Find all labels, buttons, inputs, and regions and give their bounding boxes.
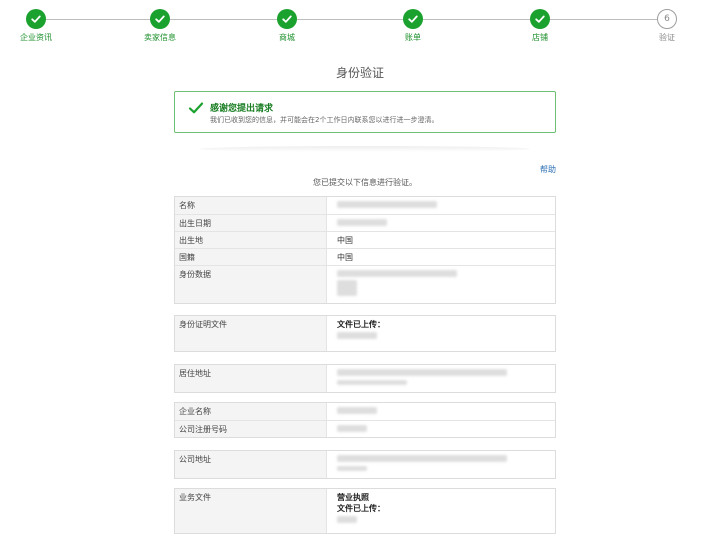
nationality-value: 中国 (337, 253, 353, 262)
table-row: 出生地 中国 (175, 231, 555, 248)
company-reg-value (327, 421, 555, 437)
step-label: 账单 (405, 33, 421, 42)
check-icon (530, 9, 550, 29)
table-row: 业务文件 营业执照 文件已上传： (175, 489, 555, 533)
divider-shadow (200, 146, 530, 152)
nationality-label: 国籍 (175, 249, 327, 265)
step-label: 商城 (279, 33, 295, 42)
id-doc-label: 身份证明文件 (175, 316, 327, 351)
company-address-label: 公司地址 (175, 451, 327, 478)
business-docs-value: 营业执照 文件已上传： (327, 489, 555, 533)
company-table: 企业名称 公司注册号码 (174, 402, 556, 438)
table-row: 公司地址 (175, 451, 555, 478)
upload-status: 文件已上传： (337, 320, 385, 329)
check-icon (188, 102, 204, 114)
step-number: 6 (657, 9, 677, 29)
residence-label: 居住地址 (175, 365, 327, 392)
table-row: 身份数据 (175, 265, 555, 303)
step-company-info[interactable]: 企业资讯 (0, 9, 76, 43)
step-store[interactable]: 店铺 (500, 9, 580, 43)
name-value (327, 197, 555, 214)
business-docs-label: 业务文件 (175, 489, 327, 533)
progress-stepper: 企业资讯 卖家信息 商城 账单 店铺 6 验证 (0, 9, 720, 45)
company-reg-label: 公司注册号码 (175, 421, 327, 437)
table-row: 出生日期 (175, 214, 555, 231)
dob-value (327, 215, 555, 231)
id-data-label: 身份数据 (175, 266, 327, 303)
name-label: 名称 (175, 197, 327, 214)
success-message: 我们已收到您的信息，并可能会在2个工作日内联系您以进行进一步澄清。 (210, 116, 439, 124)
check-icon (403, 9, 423, 29)
id-doc-value: 文件已上传： (327, 316, 555, 351)
table-row: 公司注册号码 (175, 420, 555, 437)
id-data-value (327, 266, 555, 303)
step-seller-info[interactable]: 卖家信息 (120, 9, 200, 43)
doc-type: 营业执照 (337, 493, 369, 502)
business-docs-table: 业务文件 营业执照 文件已上传： (174, 488, 556, 534)
step-verification[interactable]: 6 验证 (627, 9, 707, 43)
dob-label: 出生日期 (175, 215, 327, 231)
upload-status: 文件已上传： (337, 504, 385, 513)
residence-value (327, 365, 555, 392)
birthplace-label: 出生地 (175, 232, 327, 248)
table-row: 身份证明文件 文件已上传： (175, 316, 555, 351)
page-title: 身份验证 (335, 66, 384, 80)
intro-text: 您已提交以下信息进行验证。 (313, 178, 417, 187)
company-address-value (327, 451, 555, 478)
step-marketplace[interactable]: 商城 (247, 9, 327, 43)
table-row: 企业名称 (175, 403, 555, 420)
check-icon (277, 9, 297, 29)
table-row: 居住地址 (175, 365, 555, 392)
id-document-table: 身份证明文件 文件已上传： (174, 315, 556, 352)
table-row: 国籍 中国 (175, 248, 555, 265)
company-name-label: 企业名称 (175, 403, 327, 420)
residence-table: 居住地址 (174, 364, 556, 393)
step-label: 企业资讯 (20, 33, 52, 42)
success-title: 感谢您提出请求 (210, 104, 274, 114)
personal-info-table: 名称 出生日期 出生地 中国 国籍 中国 身份数据 (174, 196, 556, 304)
step-label: 卖家信息 (144, 33, 176, 42)
help-link[interactable]: 帮助 (540, 164, 556, 175)
step-label: 店铺 (532, 33, 548, 42)
check-icon (150, 9, 170, 29)
success-message-box: 感谢您提出请求 我们已收到您的信息，并可能会在2个工作日内联系您以进行进一步澄清… (174, 91, 556, 133)
check-icon (26, 9, 46, 29)
company-address-table: 公司地址 (174, 450, 556, 479)
step-label: 验证 (659, 33, 675, 42)
company-name-value (327, 403, 555, 420)
step-billing[interactable]: 账单 (373, 9, 453, 43)
table-row: 名称 (175, 197, 555, 214)
birthplace-value: 中国 (337, 236, 353, 245)
